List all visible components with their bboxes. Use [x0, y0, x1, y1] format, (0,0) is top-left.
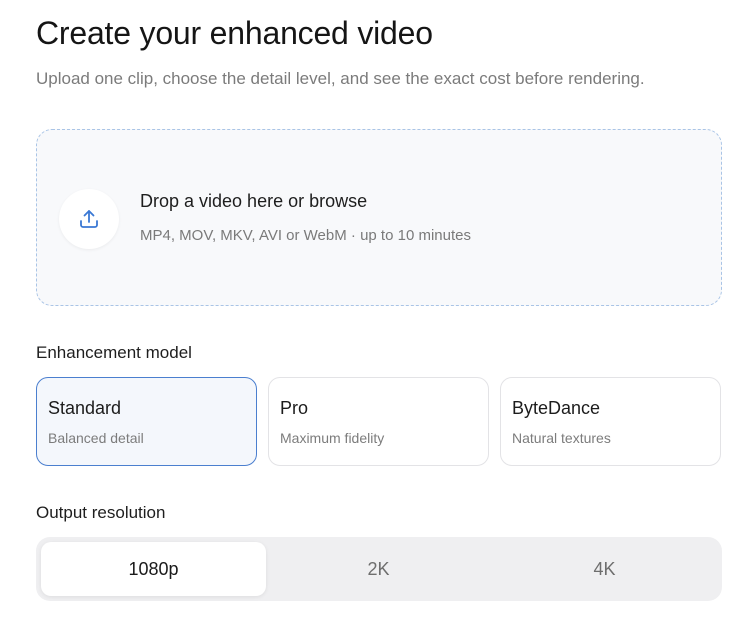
dropzone-title[interactable]: Drop a video here or browse	[140, 191, 367, 212]
model-option-name: Standard	[48, 398, 122, 418]
model-option-bytedance[interactable]: ByteDance Natural textures	[500, 377, 721, 466]
resolution-option-1080p[interactable]: 1080p	[41, 542, 266, 596]
video-dropzone[interactable]: Drop a video here or browse MP4, MOV, MK…	[36, 129, 722, 306]
model-option-desc: Natural textures	[512, 430, 611, 446]
upload-badge[interactable]	[59, 189, 119, 249]
resolution-section-label: Output resolution	[36, 503, 166, 522]
model-option-standard[interactable]: Standard Balanced detail	[36, 377, 257, 466]
enhance-video-page: Create your enhanced video Upload one cl…	[0, 0, 753, 630]
model-option-name: ByteDance	[512, 398, 601, 418]
resolution-option-2k[interactable]: 2K	[266, 542, 491, 596]
model-option-desc: Balanced detail	[48, 430, 144, 446]
resolution-segmented-control: 1080p 2K 4K	[36, 537, 722, 601]
model-option-name: Pro	[280, 398, 309, 418]
page-subtitle: Upload one clip, choose the detail level…	[36, 69, 645, 88]
model-section-label: Enhancement model	[36, 343, 192, 362]
resolution-option-4k[interactable]: 4K	[492, 542, 717, 596]
dropzone-hint: MP4, MOV, MKV, AVI or WebM · up to 10 mi…	[140, 227, 471, 244]
page-title: Create your enhanced video	[36, 15, 433, 51]
model-option-desc: Maximum fidelity	[280, 430, 385, 446]
upload-icon	[80, 210, 98, 228]
model-option-pro[interactable]: Pro Maximum fidelity	[268, 377, 489, 466]
